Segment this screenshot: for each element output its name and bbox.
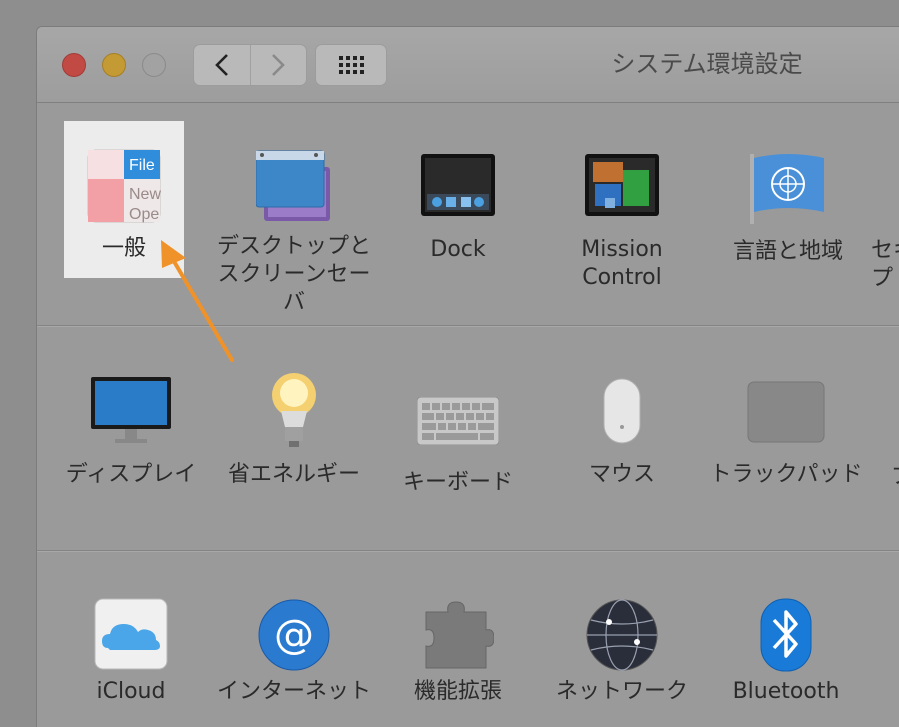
annotation-arrow-icon xyxy=(161,240,234,362)
